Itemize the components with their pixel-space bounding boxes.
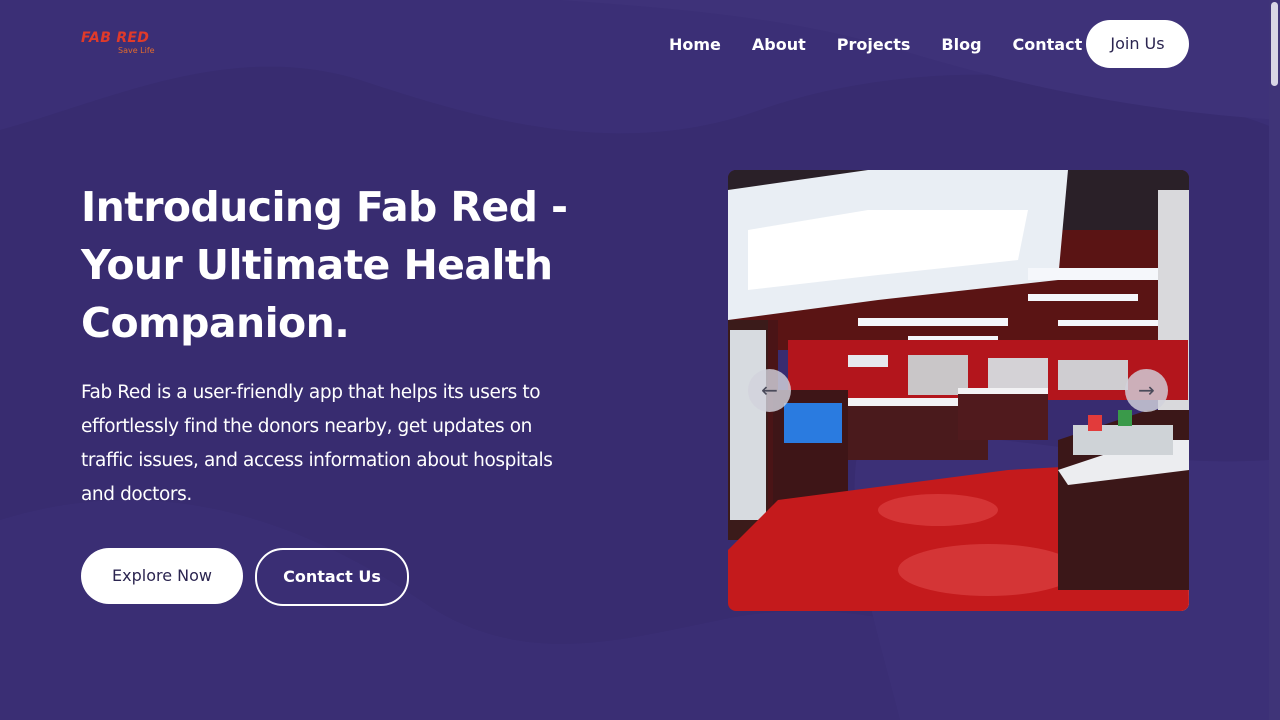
site-header: FAB RED Save Life Home About Projects Bl…: [0, 0, 1269, 90]
brand-logo[interactable]: FAB RED Save Life: [81, 30, 171, 60]
hero-section: Introducing Fab Red - Your Ultimate Heal…: [81, 178, 681, 505]
carousel-prev-button[interactable]: ←: [748, 369, 791, 412]
nav-link-blog[interactable]: Blog: [941, 33, 981, 57]
scrollbar-thumb[interactable]: [1271, 2, 1278, 86]
nav-link-contact[interactable]: Contact: [1013, 33, 1083, 57]
nav-link-about[interactable]: About: [752, 33, 806, 57]
contact-us-button[interactable]: Contact Us: [255, 548, 409, 606]
image-carousel: ← →: [728, 170, 1189, 611]
hero-description: Fab Red is a user-friendly app that help…: [81, 382, 553, 505]
hero-title: Introducing Fab Red - Your Ultimate Heal…: [81, 183, 568, 347]
arrow-left-icon: ←: [761, 378, 778, 402]
logo-tagline: Save Life: [118, 46, 155, 55]
explore-now-button[interactable]: Explore Now: [81, 548, 243, 604]
nav-link-home[interactable]: Home: [669, 33, 721, 57]
join-us-button[interactable]: Join Us: [1086, 20, 1189, 68]
logo-wordmark: FAB RED: [81, 30, 150, 46]
carousel-next-button[interactable]: →: [1125, 369, 1168, 412]
arrow-right-icon: →: [1138, 378, 1155, 402]
nav-link-projects[interactable]: Projects: [837, 33, 911, 57]
pharmacy-interior-image: [728, 170, 1189, 611]
page-scrollbar[interactable]: [1269, 0, 1280, 720]
main-nav: Home About Projects Blog Contact: [669, 33, 1082, 57]
